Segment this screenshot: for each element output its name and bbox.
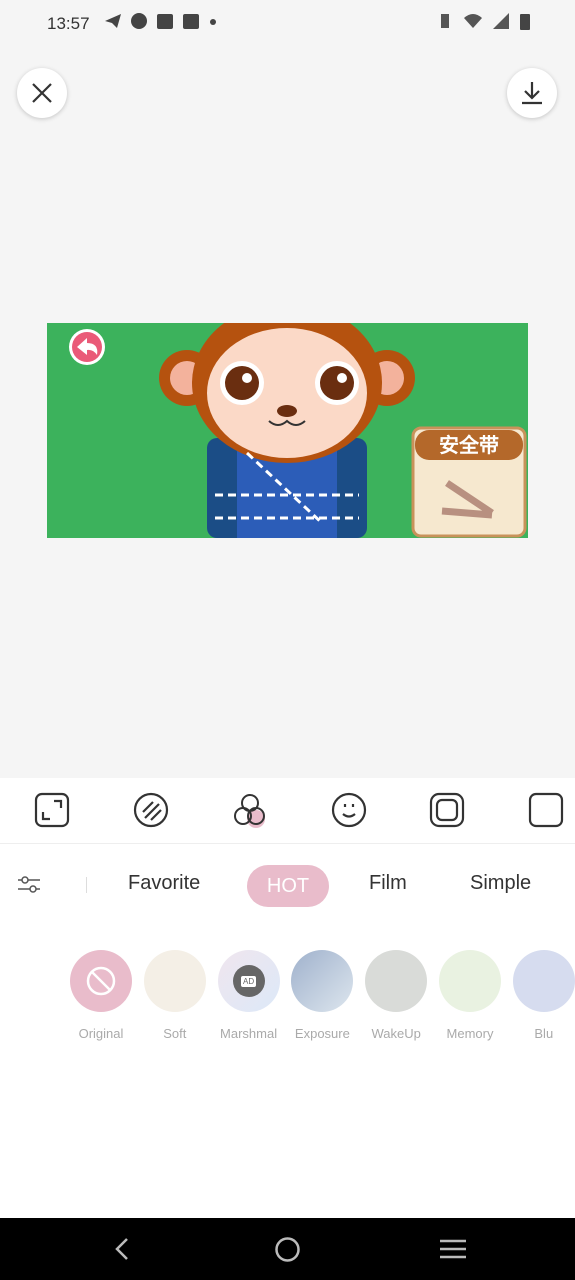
sliders-icon[interactable] <box>17 875 41 895</box>
bag-icon <box>157 14 173 29</box>
frame-icon[interactable] <box>429 792 465 828</box>
filter-label: Exposure <box>294 1026 350 1041</box>
telegram-icon <box>105 14 121 28</box>
photo-preview[interactable]: 安全带 <box>47 323 528 538</box>
filter-thumbnail <box>512 950 575 1012</box>
filter-item-original[interactable]: Original <box>70 950 132 1041</box>
edit-panel: Favorite HOT Film Simple Original Soft AD M… <box>0 778 575 1218</box>
vibrate-icon <box>441 14 449 28</box>
battery-icon <box>520 14 530 30</box>
notification-icons <box>104 12 218 30</box>
navigation-bar <box>0 1218 575 1280</box>
filter-item-soft[interactable]: Soft <box>143 950 206 1041</box>
filter-label: Memory <box>446 1026 494 1041</box>
tab-favorite[interactable]: Favorite <box>128 872 200 895</box>
filter-thumbnail <box>439 950 501 1012</box>
filter-label: Soft <box>163 1026 187 1041</box>
filter-thumbnail: AD <box>217 950 280 1012</box>
recents-icon[interactable] <box>439 1238 467 1260</box>
close-button[interactable] <box>17 68 67 118</box>
filter-label: Marshmal <box>220 1026 278 1041</box>
ad-label: AD <box>241 975 257 987</box>
sticker-icon[interactable] <box>331 792 367 828</box>
ad-badge: AD <box>232 965 265 997</box>
dot-icon <box>210 19 216 25</box>
more-icon[interactable] <box>528 792 564 828</box>
none-icon <box>86 966 116 996</box>
close-icon <box>32 83 52 103</box>
monkey-illustration: 安全带 <box>69 323 527 538</box>
tab-film[interactable]: Film <box>369 872 407 895</box>
filter-categories: Favorite HOT Film Simple <box>0 862 575 910</box>
filter-label: Original <box>78 1026 124 1041</box>
adjust-icon[interactable] <box>133 792 169 828</box>
filter-icon[interactable] <box>232 792 268 828</box>
filter-label: WakeUp <box>371 1026 421 1041</box>
signal-icon <box>493 13 509 29</box>
filter-label: Blu <box>534 1026 554 1041</box>
tool-bar <box>0 778 575 844</box>
back-icon[interactable] <box>110 1237 134 1261</box>
filter-item-blu[interactable]: Blu <box>512 950 575 1041</box>
system-icons <box>435 12 531 30</box>
filter-item-exposure[interactable]: Exposure <box>291 950 354 1041</box>
filter-thumbnail <box>70 950 132 1012</box>
filter-item-marshmal[interactable]: AD Marshmal <box>217 950 280 1041</box>
filter-list: Original Soft AD Marshmal Exposure WakeUp Memo… <box>0 950 575 1060</box>
filter-item-memory[interactable]: Memory <box>439 950 501 1041</box>
home-icon[interactable] <box>274 1236 301 1263</box>
filter-item-wakeup[interactable]: WakeUp <box>365 950 428 1041</box>
bag-icon <box>183 14 199 29</box>
speed-icon <box>131 13 147 29</box>
tab-hot[interactable]: HOT <box>247 865 329 907</box>
filter-thumbnail <box>365 950 428 1012</box>
crop-icon[interactable] <box>34 792 70 828</box>
download-button[interactable] <box>507 68 557 118</box>
seatbelt-sign: 安全带 <box>439 433 499 457</box>
filter-thumbnail <box>291 950 354 1012</box>
download-icon <box>522 82 542 105</box>
tab-simple[interactable]: Simple <box>470 872 531 895</box>
divider <box>86 877 87 893</box>
wifi-icon <box>464 14 482 28</box>
clock: 13:57 <box>47 14 90 33</box>
status-bar: 13:57 <box>0 0 575 48</box>
filter-thumbnail <box>143 950 206 1012</box>
